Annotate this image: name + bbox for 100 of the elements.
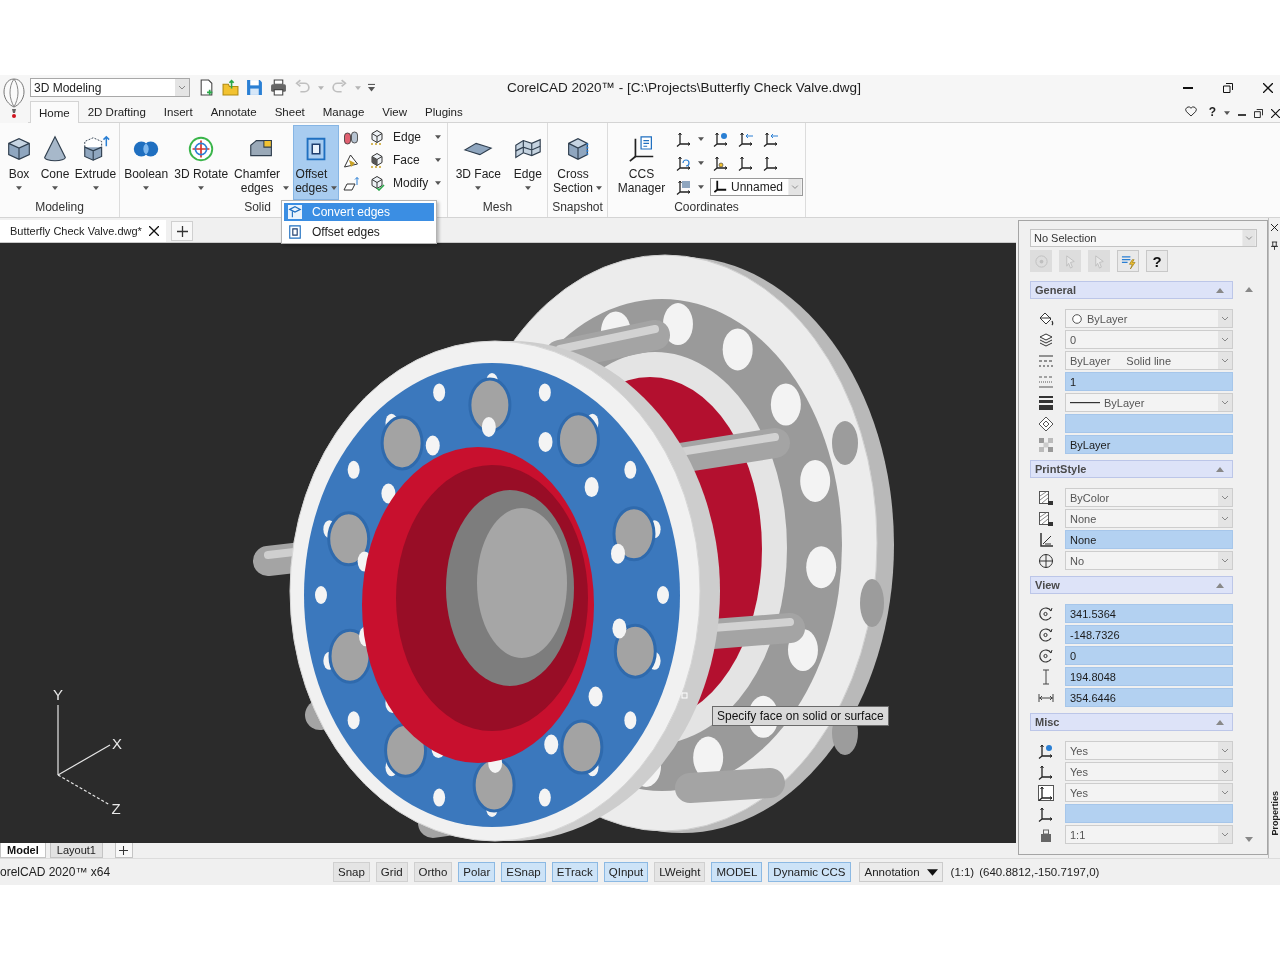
ribbon-button[interactable]: Chamfer edges [232,125,291,200]
restore-icon[interactable] [1223,82,1233,93]
valve-model-drawing[interactable] [253,254,894,842]
wedge-icon[interactable] [343,153,359,169]
minimize-icon[interactable] [1183,86,1193,89]
panel-tool-button[interactable] [1117,250,1139,272]
selection-dropdown[interactable]: No Selection [1030,229,1257,247]
ribbon-button[interactable]: Offset edges [292,125,339,200]
caret-icon[interactable] [698,160,704,165]
caret-icon[interactable] [698,184,704,189]
status-toggle[interactable]: ETrack [551,862,598,882]
section-header[interactable]: PrintStyle [1030,460,1233,478]
section-header[interactable]: Misc [1030,713,1233,731]
property-field[interactable]: -148.7326 [1065,625,1233,644]
layout-tab[interactable]: Layout1 [49,843,103,858]
ribbon-tab[interactable]: Sheet [265,101,314,122]
status-toggle[interactable]: QInput [603,862,649,882]
scroll-down-icon[interactable] [1245,837,1253,842]
ribbon-button[interactable]: Boolean [122,125,171,200]
ribbon-button[interactable]: 3D Face [454,125,503,200]
restore-icon[interactable] [1254,109,1263,118]
close-icon[interactable] [149,226,159,236]
scroll-up-icon[interactable] [1245,287,1253,292]
close-icon[interactable] [1263,82,1273,93]
ribbon-tab[interactable]: Plugins [416,101,472,122]
property-field[interactable]: 0 [1065,646,1233,665]
axes-icon[interactable] [676,154,692,171]
ribbon-tab[interactable]: 2D Drafting [78,101,155,122]
axes-icon[interactable] [738,154,754,171]
property-field[interactable]: None [1065,530,1233,549]
property-field[interactable]: 194.8048 [1065,667,1233,686]
balloon-logo-icon[interactable] [3,78,25,118]
property-field[interactable]: 341.5364 [1065,604,1233,623]
property-dropdown[interactable]: None [1065,509,1233,528]
new-document-icon[interactable] [198,79,215,96]
status-toggle[interactable]: LWeight [654,862,706,882]
new-tab-button[interactable] [171,221,193,241]
status-toggle[interactable]: Dynamic CCS [768,862,851,882]
menu-caret-icon[interactable] [368,83,375,92]
axes-icon[interactable] [676,130,692,147]
property-dropdown[interactable]: ByLayer [1065,309,1233,328]
status-toggle[interactable]: ESnap [501,862,546,882]
ribbon-tab[interactable]: Manage [313,101,374,122]
ribbon-small-button[interactable]: Modify [367,172,445,194]
property-field[interactable]: ByLayer [1065,435,1233,454]
pin-icon[interactable] [1271,241,1278,250]
status-toggle[interactable]: Grid [375,862,408,882]
ribbon-tab[interactable]: Insert [154,101,202,122]
property-dropdown[interactable]: Yes [1065,741,1233,760]
cylinders-icon[interactable] [343,130,359,146]
close-icon[interactable] [1271,109,1280,118]
ribbon-button[interactable]: Cone [38,125,72,200]
status-toggle[interactable]: Snap [333,862,370,882]
property-dropdown[interactable]: 1:1 [1065,825,1233,844]
property-dropdown[interactable]: ByLayer [1065,393,1233,412]
ribbon-button[interactable]: Extrude [74,125,117,200]
status-toggle[interactable]: Ortho [413,862,453,882]
caret-icon[interactable] [698,136,704,141]
ribbon-tab[interactable]: Home [30,101,79,123]
axes-icon[interactable] [676,178,692,195]
axes-icon[interactable] [713,130,729,147]
close-icon[interactable] [1271,224,1278,231]
property-field[interactable]: 1 [1065,372,1233,391]
add-layout-button[interactable] [114,843,133,858]
document-tab[interactable]: Butterfly Check Valve.dwg* [0,220,166,242]
ribbon-tab[interactable]: Annotate [201,101,266,122]
property-dropdown[interactable]: Yes [1065,762,1233,781]
ccs-dropdown[interactable]: Unnamed [710,177,803,196]
help-button[interactable]: ? [1208,105,1216,119]
annotation-dropdown[interactable]: Annotation [858,862,943,882]
axes-icon[interactable] [713,154,729,171]
printer-icon[interactable] [270,79,287,96]
section-header[interactable]: General [1030,281,1233,299]
ribbon-button[interactable]: Edge [510,125,545,200]
ribbon-button[interactable]: CCS Manager [615,125,668,200]
property-field[interactable] [1065,414,1233,433]
property-dropdown[interactable]: No [1065,551,1233,570]
axes-icon[interactable] [763,154,779,171]
property-dropdown[interactable]: 0 [1065,330,1233,349]
ribbon-small-button[interactable]: Face [367,149,445,171]
property-dropdown[interactable]: ByLayer Solid line [1065,351,1233,370]
ribbon-button[interactable]: 3D Rotate [172,125,231,200]
help-button[interactable]: ? [1146,250,1168,272]
property-field[interactable] [1065,804,1233,823]
ribbon-tab[interactable]: View [373,101,416,122]
axes-icon[interactable] [763,130,779,147]
ribbon-small-button[interactable]: Edge [367,126,445,148]
status-toggle[interactable]: MODEL [711,862,763,882]
property-dropdown[interactable]: Yes [1065,783,1233,802]
property-dropdown[interactable]: ByColor [1065,488,1233,507]
caret-icon[interactable] [1224,111,1230,115]
menu-item[interactable]: Offset edges [284,223,434,241]
status-toggle[interactable]: Polar [458,862,496,882]
axes-icon[interactable] [738,130,754,147]
layout-tab[interactable]: Model [0,843,46,858]
grip-marker-icon[interactable] [681,692,688,699]
workspace-dropdown[interactable]: 3D Modeling [30,78,190,97]
section-header[interactable]: View [1030,576,1233,594]
property-field[interactable]: 354.6446 [1065,688,1233,707]
panel-side-label[interactable]: Properties [1269,791,1280,836]
